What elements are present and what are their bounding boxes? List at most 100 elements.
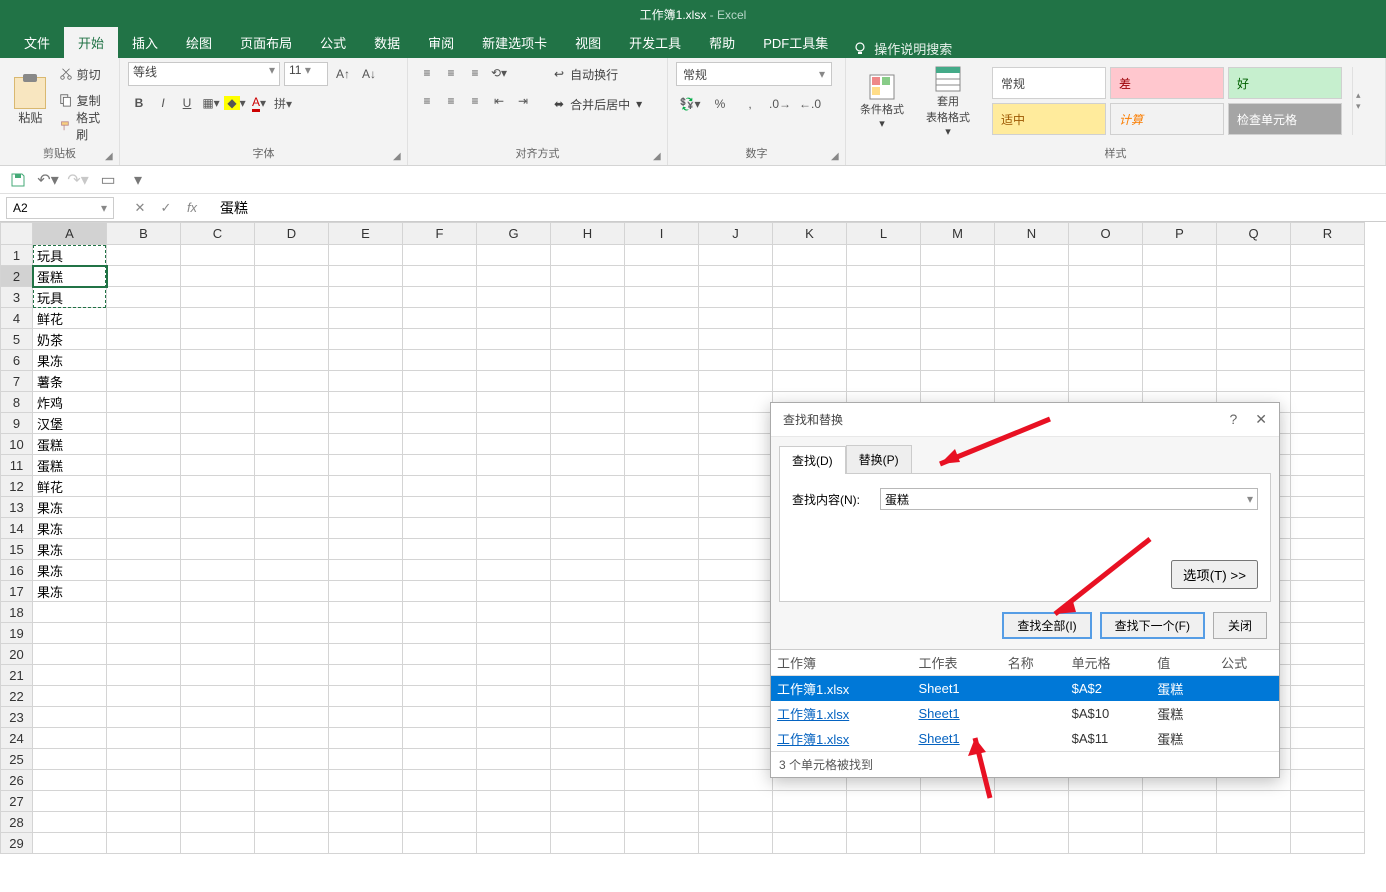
cell[interactable] [255, 287, 329, 308]
cell[interactable] [107, 686, 181, 707]
cell[interactable] [699, 413, 773, 434]
cell[interactable] [329, 245, 403, 266]
cell[interactable] [403, 350, 477, 371]
cell[interactable] [1291, 476, 1365, 497]
cell[interactable] [255, 665, 329, 686]
cell[interactable] [1291, 287, 1365, 308]
cell[interactable] [181, 245, 255, 266]
column-header[interactable]: K [773, 223, 847, 245]
cell[interactable] [107, 770, 181, 791]
cell[interactable] [107, 266, 181, 287]
cell[interactable] [329, 581, 403, 602]
cell[interactable] [181, 644, 255, 665]
cell[interactable] [329, 623, 403, 644]
cell[interactable] [1069, 371, 1143, 392]
cell[interactable] [995, 287, 1069, 308]
cell[interactable] [403, 245, 477, 266]
cell[interactable] [625, 539, 699, 560]
cell[interactable] [403, 665, 477, 686]
cell[interactable] [551, 644, 625, 665]
row-header[interactable]: 8 [1, 392, 33, 413]
percent-format-button[interactable]: % [706, 92, 734, 116]
cell[interactable] [625, 749, 699, 770]
decrease-decimal-button[interactable]: ←.0 [796, 92, 824, 116]
cell[interactable] [847, 266, 921, 287]
cut-button[interactable]: 剪切 [59, 62, 111, 86]
cell[interactable] [921, 245, 995, 266]
cell[interactable] [329, 539, 403, 560]
cell[interactable] [329, 455, 403, 476]
dialog-titlebar[interactable]: 查找和替换 ? ✕ [771, 403, 1279, 437]
cell[interactable]: 果冻 [33, 497, 107, 518]
cell[interactable] [699, 329, 773, 350]
cell[interactable] [33, 602, 107, 623]
cell[interactable] [107, 287, 181, 308]
style-good[interactable]: 好 [1228, 67, 1342, 99]
column-header[interactable]: C [181, 223, 255, 245]
column-header[interactable]: B [107, 223, 181, 245]
qat-item[interactable]: ▭ [98, 170, 118, 190]
cell[interactable] [107, 245, 181, 266]
cell[interactable] [477, 455, 551, 476]
cell[interactable] [255, 266, 329, 287]
cell[interactable] [1069, 833, 1143, 854]
cell[interactable] [699, 833, 773, 854]
cell[interactable] [551, 560, 625, 581]
cell[interactable] [551, 434, 625, 455]
result-row[interactable]: 工作簿1.xlsxSheet1$A$2蛋糕 [771, 676, 1279, 702]
cell[interactable] [329, 644, 403, 665]
cell[interactable] [699, 539, 773, 560]
row-header[interactable]: 2 [1, 266, 33, 287]
cell[interactable] [625, 350, 699, 371]
cell[interactable] [699, 602, 773, 623]
cell[interactable] [1291, 581, 1365, 602]
cell[interactable] [403, 623, 477, 644]
cell[interactable] [551, 686, 625, 707]
cell[interactable] [329, 791, 403, 812]
cell[interactable] [329, 413, 403, 434]
cell[interactable] [1291, 539, 1365, 560]
tab-draw[interactable]: 绘图 [172, 27, 226, 58]
cell[interactable] [551, 497, 625, 518]
indent-increase-button[interactable]: ⇥ [512, 90, 534, 112]
cell[interactable] [1291, 665, 1365, 686]
cell[interactable] [625, 728, 699, 749]
cell[interactable] [773, 791, 847, 812]
cell[interactable]: 果冻 [33, 350, 107, 371]
cell[interactable] [1217, 308, 1291, 329]
cell[interactable] [255, 308, 329, 329]
cell[interactable] [625, 644, 699, 665]
cell[interactable] [1143, 350, 1217, 371]
cell[interactable] [33, 665, 107, 686]
row-header[interactable]: 21 [1, 665, 33, 686]
style-calculation[interactable]: 计算 [1110, 103, 1224, 135]
save-button[interactable] [8, 170, 28, 190]
column-header[interactable]: N [995, 223, 1069, 245]
cell[interactable]: 玩具 [33, 287, 107, 308]
cell[interactable] [1143, 329, 1217, 350]
font-dialog-launcher[interactable]: ◢ [393, 151, 405, 163]
cell[interactable] [181, 728, 255, 749]
dialog-close-button[interactable]: ✕ [1255, 411, 1267, 428]
cell[interactable] [551, 707, 625, 728]
cell[interactable] [181, 707, 255, 728]
cell[interactable] [255, 644, 329, 665]
cell[interactable] [847, 833, 921, 854]
column-header[interactable]: L [847, 223, 921, 245]
cell[interactable] [181, 518, 255, 539]
cell[interactable] [1143, 308, 1217, 329]
cell[interactable] [33, 770, 107, 791]
cell[interactable] [107, 749, 181, 770]
cell[interactable]: 鲜花 [33, 476, 107, 497]
cell[interactable] [255, 560, 329, 581]
formula-input[interactable]: 蛋糕 [212, 198, 1386, 218]
align-top-button[interactable]: ≡ [416, 62, 438, 84]
cell[interactable] [995, 266, 1069, 287]
cell[interactable] [107, 602, 181, 623]
cell[interactable] [107, 539, 181, 560]
tab-home[interactable]: 开始 [64, 27, 118, 58]
row-header[interactable]: 5 [1, 329, 33, 350]
cell[interactable] [107, 644, 181, 665]
tab-newtab[interactable]: 新建选项卡 [468, 27, 561, 58]
cell[interactable] [107, 812, 181, 833]
